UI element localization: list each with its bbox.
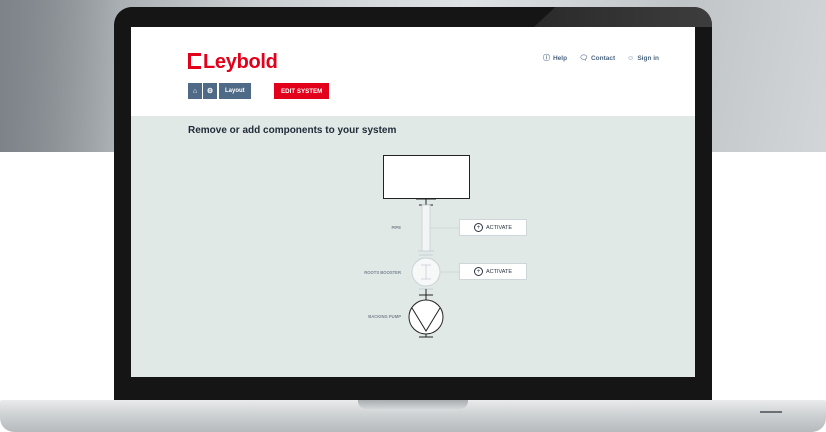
backing-pump-label: BACKING PUMP [368, 314, 401, 319]
plus-circle-icon: + [473, 267, 483, 276]
pipe-activate-label: ACTIVATE [485, 224, 513, 231]
pipe-shape [421, 204, 431, 252]
system-diagram: PIPE + ACTIVATE ROOTS BOOSTER + ACTIVATE… [131, 27, 695, 377]
diagram-lines [408, 198, 459, 338]
backing-pump-shape [408, 299, 444, 335]
roots-booster-activate-label: ACTIVATE [485, 268, 513, 275]
plus-circle-icon: + [473, 223, 483, 232]
pipe-activate-button[interactable]: + ACTIVATE [459, 219, 527, 236]
screen: Leybold ⓘ Help 🗨 Contact ☺ Sign in ⌂ ⚙ L… [131, 27, 695, 377]
pipe-label: PIPE [391, 225, 401, 230]
roots-booster-activate-button[interactable]: + ACTIVATE [459, 263, 527, 280]
laptop-indicator [760, 411, 782, 413]
vacuum-chamber[interactable] [383, 155, 470, 199]
laptop-notch [358, 400, 468, 409]
roots-booster-label: ROOTS BOOSTER [364, 270, 401, 275]
